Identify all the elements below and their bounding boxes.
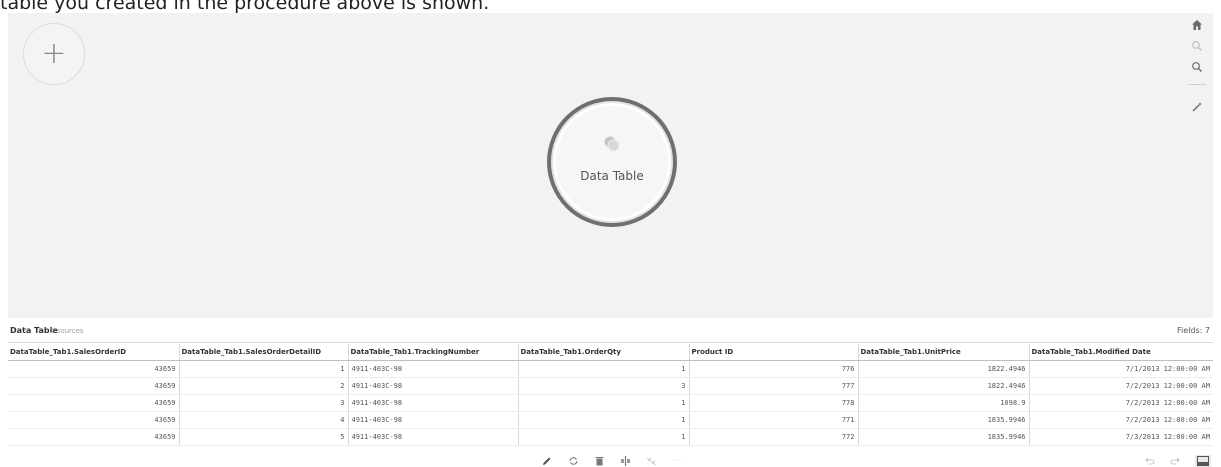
table-cell: 2 (178, 377, 348, 395)
panel-sources: 2 sources (50, 327, 84, 335)
toolbar-divider (1188, 84, 1206, 85)
preview-panel-header: Data Table 2 sources Fields: 7 (8, 320, 1213, 343)
home-icon[interactable] (1188, 16, 1206, 34)
column-header[interactable]: DataTable_Tab1.UnitPrice (857, 344, 1029, 361)
zoom-out-icon[interactable] (1188, 58, 1206, 76)
data-preview-table: DataTable_Tab1.SalesOrderID DataTable_Ta… (8, 344, 1213, 446)
plus-icon: + (41, 36, 67, 71)
table-cell: 5 (178, 428, 348, 446)
table-cell: 7/2/2013 12:00:00 AM (1028, 394, 1213, 412)
data-table-bubble[interactable]: Data Table (547, 97, 677, 227)
table-cell: 1822.4946 (857, 360, 1029, 378)
table-cell: 43659 (8, 394, 179, 412)
column-header[interactable]: Product ID (688, 344, 858, 361)
bottom-toolbar: ··· (0, 455, 1221, 467)
redo-icon[interactable] (1169, 455, 1181, 467)
table-cell: 1 (517, 360, 689, 378)
table-cell: 1 (517, 411, 689, 429)
table-cell: 3 (178, 394, 348, 412)
more-icon[interactable]: ··· (671, 455, 683, 467)
preview-panel-icon[interactable] (1195, 455, 1211, 467)
column-header[interactable]: DataTable_Tab1.TrackingNumber (347, 344, 518, 361)
table-cell: 1 (517, 428, 689, 446)
table-cell: 43659 (8, 411, 179, 429)
split-icon[interactable] (619, 455, 631, 467)
table-cell: 4 (178, 411, 348, 429)
data-model-canvas[interactable]: + Data Table (8, 13, 1213, 318)
table-cell: 4911-403C-98 (347, 428, 518, 446)
column-header[interactable]: DataTable_Tab1.SalesOrderID (8, 344, 179, 361)
table-cell: 7/2/2013 12:00:00 AM (1028, 411, 1213, 429)
table-cell: 7/3/2013 12:00:00 AM (1028, 428, 1213, 446)
table-cell: 7/1/2013 12:00:00 AM (1028, 360, 1213, 378)
table-cell: 1 (517, 394, 689, 412)
table-cell: 43659 (8, 428, 179, 446)
table-cell: 4911-403C-98 (347, 411, 518, 429)
table-cell: 3 (517, 377, 689, 395)
canvas-toolbar (1181, 13, 1213, 116)
table-cell: 4911-403C-98 (347, 394, 518, 412)
delete-icon[interactable] (593, 455, 605, 467)
table-row: 43659 2 4911-403C-98 3 777 1822.4946 7/2… (8, 377, 1213, 395)
refresh-icon[interactable] (567, 455, 579, 467)
undo-icon[interactable] (1143, 455, 1155, 467)
table-row: 43659 3 4911-403C-98 1 778 1098.9 7/2/20… (8, 394, 1213, 412)
panel-fields-count: Fields: 7 (1177, 326, 1210, 335)
bubble-label: Data Table (580, 169, 644, 183)
table-cell: 43659 (8, 360, 179, 378)
intro-text: table you created in the procedure above… (0, 0, 490, 14)
unlink-icon[interactable] (645, 455, 657, 467)
table-header-row: DataTable_Tab1.SalesOrderID DataTable_Ta… (8, 344, 1213, 361)
table-cell: 776 (688, 360, 858, 378)
table-cell: 43659 (8, 377, 179, 395)
table-cell: 1098.9 (857, 394, 1029, 412)
table-row: 43659 1 4911-403C-98 1 776 1822.4946 7/1… (8, 360, 1213, 378)
table-cell: 1835.9946 (857, 411, 1029, 429)
table-cell: 1822.4946 (857, 377, 1029, 395)
pencil-icon[interactable] (541, 455, 553, 467)
table-cell: 772 (688, 428, 858, 446)
zoom-in-icon[interactable] (1188, 37, 1206, 55)
table-cell: 7/2/2013 12:00:00 AM (1028, 377, 1213, 395)
table-row: 43659 5 4911-403C-98 1 772 1835.9946 7/3… (8, 428, 1213, 446)
table-cell: 777 (688, 377, 858, 395)
column-header[interactable]: DataTable_Tab1.OrderQty (517, 344, 689, 361)
table-cell: 1835.9946 (857, 428, 1029, 446)
table-cell: 4911-403C-98 (347, 360, 518, 378)
table-row: 43659 4 4911-403C-98 1 771 1835.9946 7/2… (8, 411, 1213, 429)
table-cell: 771 (688, 411, 858, 429)
column-header[interactable]: DataTable_Tab1.SalesOrderDetailID (178, 344, 348, 361)
stacked-circles-icon (603, 135, 621, 157)
magic-wand-icon[interactable] (1188, 98, 1206, 116)
table-cell: 778 (688, 394, 858, 412)
table-cell: 1 (178, 360, 348, 378)
column-header[interactable]: DataTable_Tab1.Modified Date (1028, 344, 1213, 361)
table-cell: 4911-403C-98 (347, 377, 518, 395)
add-data-button[interactable]: + (23, 23, 85, 85)
